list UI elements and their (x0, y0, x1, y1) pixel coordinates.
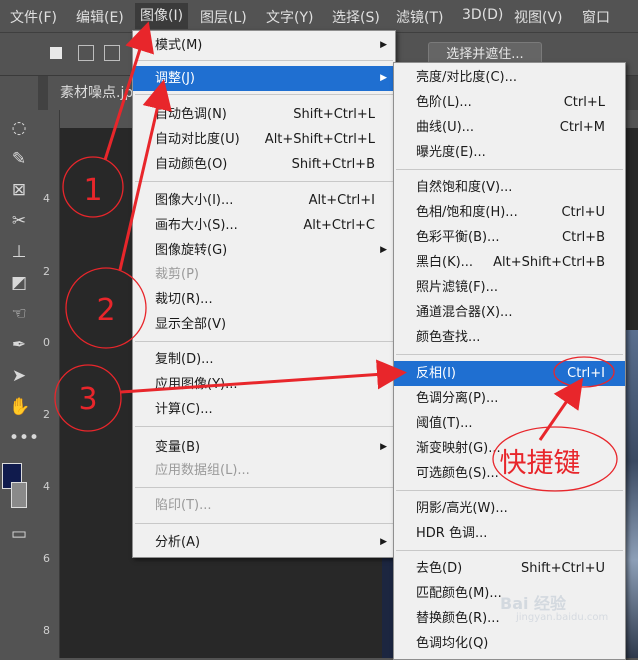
step1-number: 1 (83, 173, 102, 208)
shortcut-note: 快捷键 (500, 448, 581, 479)
note-arrow (538, 377, 584, 441)
step3-arrow (120, 359, 407, 394)
shortcut-circle (553, 356, 615, 388)
annotation-overlay: 1 2 3 快捷键 (54, 21, 618, 492)
watermark-url: jingyan.baidu.com (516, 612, 609, 623)
step2-arrow (118, 79, 172, 271)
step2-number: 2 (96, 293, 115, 328)
step1-arrow (103, 21, 154, 161)
watermark: Bai 经验 (500, 594, 567, 613)
step3-number: 3 (78, 382, 97, 417)
